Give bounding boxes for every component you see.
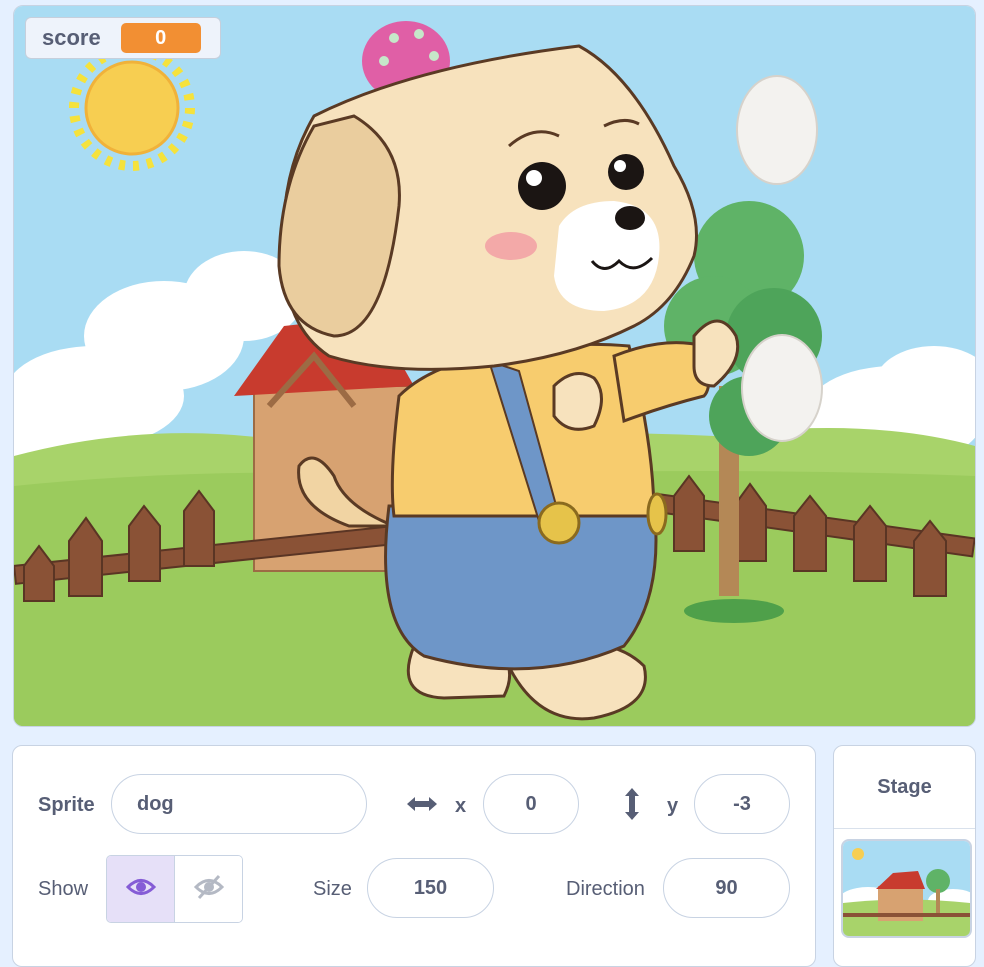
sprite-label: Sprite — [38, 794, 95, 816]
stage-panel-title: Stage — [834, 746, 975, 829]
stage-thumbnail[interactable] — [841, 839, 972, 938]
score-monitor[interactable]: score 0 — [25, 17, 221, 59]
direction-label: Direction — [566, 878, 645, 900]
sprite-name-input[interactable]: dog — [111, 774, 367, 834]
sprite-info-panel: Sprite dog x 0 y -3 Show Size 150 Direct… — [12, 745, 816, 967]
x-position-input[interactable]: 0 — [483, 774, 579, 834]
show-hidden-button[interactable] — [174, 856, 242, 922]
x-position-icon — [405, 791, 439, 822]
direction-input[interactable]: 90 — [663, 858, 790, 918]
size-input[interactable]: 150 — [367, 858, 494, 918]
stage-selector-panel[interactable]: Stage — [833, 745, 976, 967]
show-visible-button[interactable] — [107, 856, 174, 922]
stage-backdrop — [14, 6, 975, 726]
y-label: y — [667, 795, 679, 817]
score-monitor-value: 0 — [120, 23, 201, 53]
show-toggle — [106, 855, 243, 923]
stage-canvas[interactable]: score 0 — [13, 5, 976, 727]
y-position-input[interactable]: -3 — [694, 774, 790, 834]
x-label: x — [455, 795, 467, 817]
white-egg-bottom — [741, 334, 823, 442]
y-position-icon — [621, 786, 643, 827]
score-monitor-label: score — [42, 25, 101, 50]
eye-icon — [125, 876, 156, 903]
eye-slash-icon — [193, 874, 224, 905]
show-label: Show — [38, 878, 89, 900]
white-egg-top — [736, 75, 818, 185]
size-label: Size — [313, 878, 352, 900]
